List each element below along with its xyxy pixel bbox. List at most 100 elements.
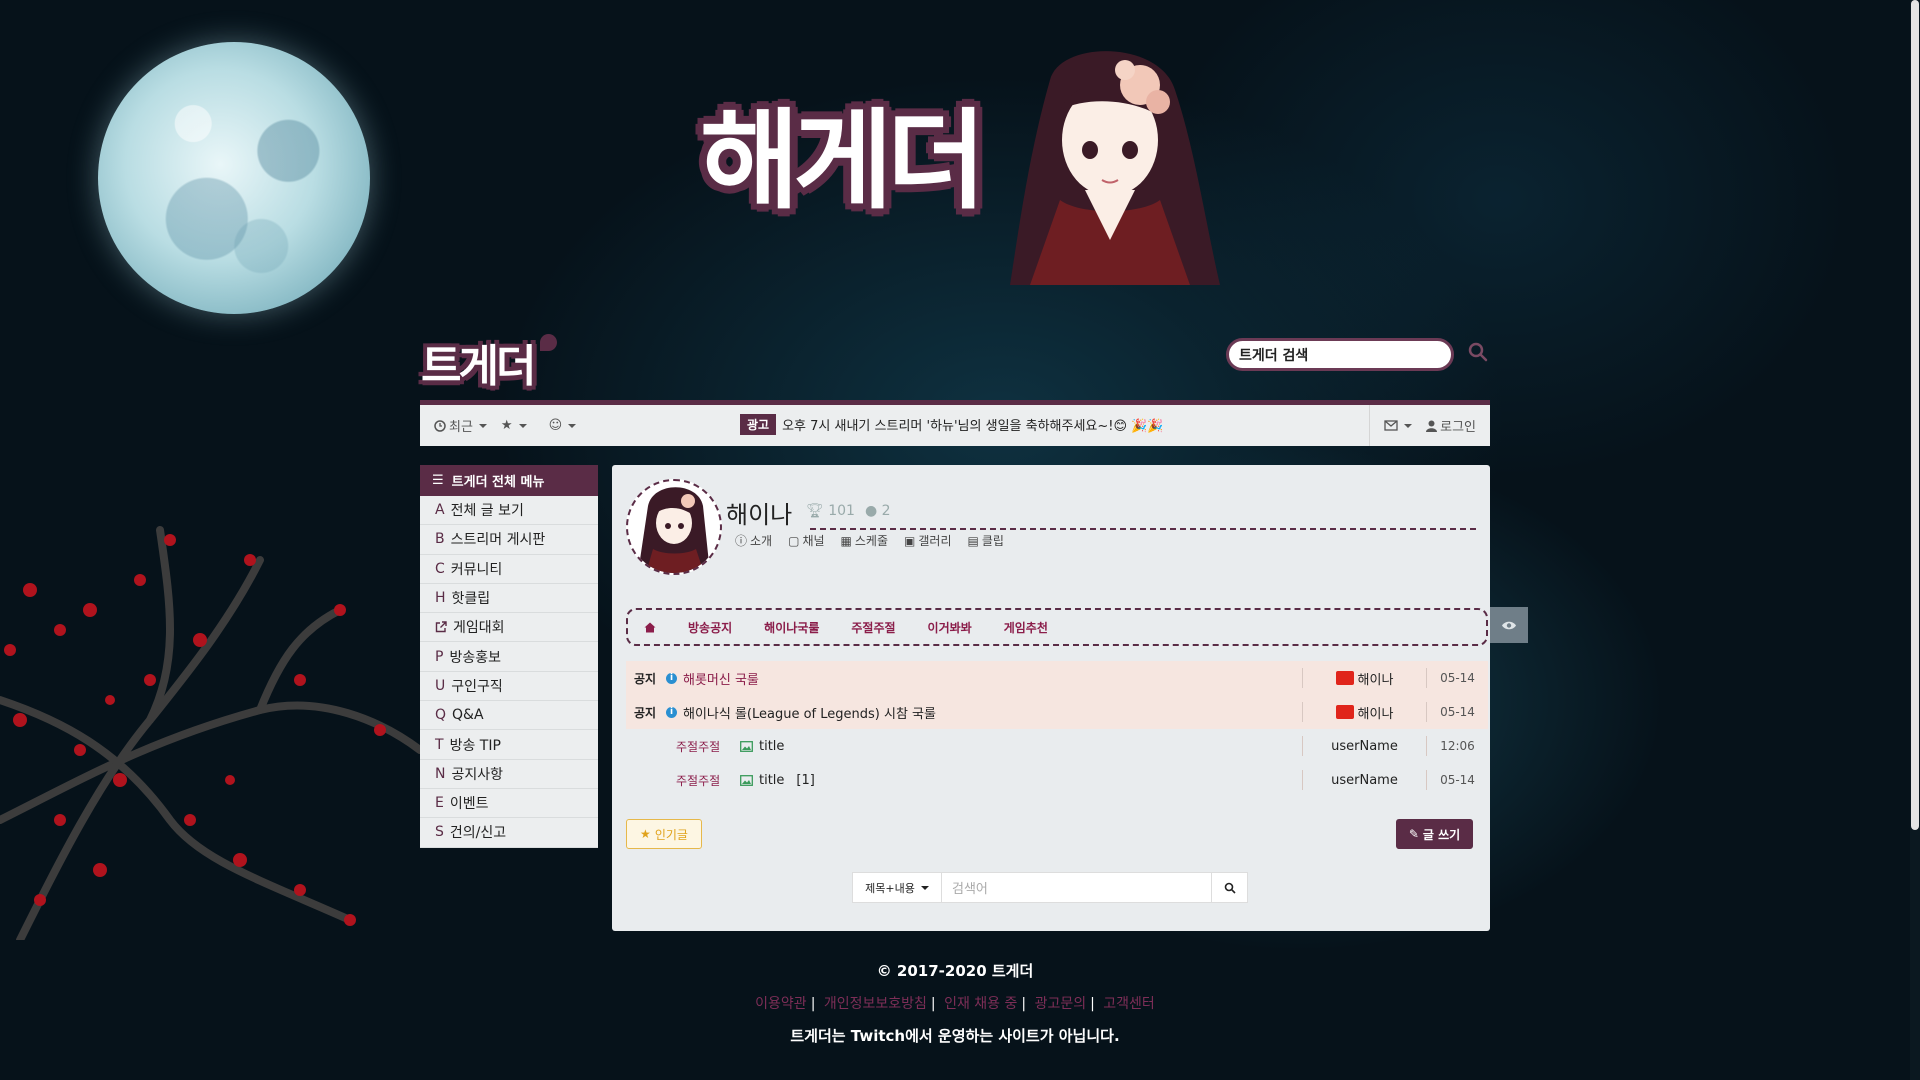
- table-row[interactable]: 공지 i 해이나식 롤(League of Legends) 시참 국룰 해이나 …: [626, 695, 1488, 729]
- post-title-text: title: [759, 772, 785, 788]
- sidebar-item-streamer-board[interactable]: B 스트리머 게시판: [420, 525, 598, 555]
- post-title[interactable]: i 해롯머신 국룰: [666, 669, 1302, 688]
- board-search-input[interactable]: 검색어: [942, 872, 1212, 903]
- table-row[interactable]: 공지 i 해롯머신 국룰 해이나 05-14: [626, 661, 1488, 695]
- footer-link-ads[interactable]: 광고문의: [1035, 996, 1087, 1012]
- ad-banner[interactable]: 광고 오후 7시 새내기 스트리머 '하뉴'님의 생일을 축하해주세요~!😊 🎉…: [740, 414, 1164, 435]
- post-title[interactable]: title [1]: [726, 773, 1302, 788]
- favorites-dropdown[interactable]: ★: [501, 418, 527, 433]
- eye-icon: [1502, 621, 1516, 629]
- sidebar-item-all-posts[interactable]: A 전체 글 보기: [420, 496, 598, 526]
- sidebar-item-qna[interactable]: Q Q&A: [420, 701, 598, 731]
- post-date: 12:06: [1426, 736, 1488, 756]
- sidebar-item-community[interactable]: C 커뮤니티: [420, 554, 598, 584]
- chevron-down-icon: [518, 423, 527, 428]
- channel-link-about[interactable]: ⓘ 소개: [735, 532, 772, 549]
- emoji-dropdown[interactable]: ☺: [549, 418, 577, 433]
- notice-tag: 공지: [634, 671, 657, 686]
- sidebar-item-label: 전체 글 보기: [450, 503, 524, 520]
- ad-text: 오후 7시 새내기 스트리머 '하뉴'님의 생일을 축하해주세요~!😊 🎉🎉: [782, 419, 1164, 434]
- sidebar-item-label: 게임대회: [453, 620, 505, 637]
- footer-disclaimer: 트게더는 Twitch에서 운영하는 사이트가 아닙니다.: [790, 1027, 1120, 1045]
- toggle-view-button[interactable]: [1490, 607, 1528, 643]
- sidebar-item-events[interactable]: E 이벤트: [420, 788, 598, 819]
- streamer-camera-icon: [1335, 705, 1354, 719]
- post-author[interactable]: userName: [1302, 736, 1426, 756]
- tab-game-recommend[interactable]: 게임추천: [1004, 619, 1048, 636]
- sidebar-item-label: 건의/신고: [449, 825, 507, 842]
- post-author[interactable]: 해이나: [1302, 702, 1426, 722]
- tab-broadcast-notice[interactable]: 방송공지: [688, 619, 732, 636]
- scrollbar-thumb[interactable]: [1911, 0, 1919, 830]
- board-search-button[interactable]: [1212, 872, 1248, 903]
- sidebar-item-letter: B: [435, 531, 445, 548]
- channel-link-clips[interactable]: ▤ 클립: [967, 532, 1003, 549]
- member-count: 2: [881, 503, 891, 519]
- footer-separator: |: [930, 996, 936, 1012]
- sidebar-menu: ☰ 트게더 전체 메뉴 A 전체 글 보기 B 스트리머 게시판 C 커뮤니티 H 핫클…: [420, 465, 598, 848]
- search-icon[interactable]: [1466, 340, 1490, 364]
- write-post-button[interactable]: ✎ 글 쓰기: [1396, 819, 1473, 849]
- post-date: 05-14: [1426, 668, 1488, 688]
- sidebar-item-stream-tips[interactable]: T 방송 TIP: [420, 730, 598, 760]
- messages-dropdown[interactable]: [1384, 420, 1413, 431]
- home-icon[interactable]: [644, 622, 656, 633]
- recent-label: 최근: [449, 420, 473, 435]
- channel-link-gallery[interactable]: ▣ 갤러리: [904, 532, 951, 549]
- site-logo[interactable]: 트게더: [421, 330, 536, 394]
- footer-link-privacy[interactable]: 개인정보보호방침: [824, 996, 927, 1012]
- sidebar-header[interactable]: ☰ 트게더 전체 메뉴: [420, 465, 598, 496]
- post-title[interactable]: i 해이나식 롤(League of Legends) 시참 국룰: [666, 703, 1302, 722]
- footer-link-support[interactable]: 고객센터: [1103, 996, 1155, 1012]
- footer-link-terms[interactable]: 이용약관: [755, 996, 807, 1012]
- post-date: 05-14: [1426, 702, 1488, 722]
- sidebar-item-stream-promo[interactable]: P 방송홍보: [420, 642, 598, 672]
- cherry-blossom-branches: [0, 526, 424, 940]
- sidebar-item-label: 방송홍보: [449, 649, 501, 666]
- user-icon: [1426, 420, 1438, 432]
- channel-divider: [810, 528, 1476, 530]
- banner-character-illustration: [1010, 51, 1220, 285]
- popular-posts-button[interactable]: ★ 인기글: [626, 819, 702, 849]
- chevron-down-icon: [920, 885, 929, 890]
- recent-dropdown[interactable]: 최근: [434, 416, 487, 435]
- sidebar-item-label: 핫클립: [451, 591, 491, 608]
- table-row[interactable]: 주절주절 title userName 12:06: [626, 729, 1488, 763]
- trophy-count: 101: [828, 503, 855, 519]
- sidebar-item-notices[interactable]: N 공지사항: [420, 759, 598, 789]
- site-search-input[interactable]: 트게더 검색: [1226, 338, 1454, 371]
- image-icon: [740, 740, 753, 752]
- channel-name: 해이나: [726, 501, 793, 529]
- channel-link-channel[interactable]: ▢ 채널: [788, 532, 824, 549]
- sidebar-item-letter: H: [435, 590, 446, 607]
- channel-avatar[interactable]: [626, 479, 722, 575]
- footer-separator: |: [1090, 996, 1095, 1012]
- info-icon: i: [666, 706, 677, 718]
- channel-link-schedule[interactable]: ▦ 스케줄: [841, 532, 888, 549]
- comment-count: [1]: [796, 772, 815, 788]
- chevron-down-icon: [478, 423, 487, 428]
- footer-link-careers[interactable]: 인재 채용 중: [944, 996, 1017, 1012]
- tab-look-at-this[interactable]: 이거봐봐: [928, 619, 972, 636]
- external-link-icon: [435, 621, 447, 633]
- tab-heina-rules[interactable]: 해이나국룰: [764, 619, 819, 636]
- search-scope-select[interactable]: 제목+내용: [852, 872, 942, 903]
- sidebar-item-feedback[interactable]: S 건의/신고: [420, 818, 598, 848]
- post-title[interactable]: title: [726, 739, 1302, 754]
- post-author[interactable]: userName: [1302, 770, 1426, 790]
- login-link[interactable]: 로그인: [1426, 416, 1476, 435]
- sidebar-item-game-tournament[interactable]: 게임대회: [420, 613, 598, 643]
- post-author-name: 해이나: [1357, 706, 1394, 722]
- banner: 해게더: [700, 40, 1240, 285]
- search-scope-label: 제목+내용: [865, 881, 915, 895]
- scrollbar[interactable]: [1910, 0, 1920, 1080]
- sidebar-item-letter: P: [435, 648, 444, 665]
- table-row[interactable]: 주절주절 title [1] userName 05-14: [626, 763, 1488, 797]
- banner-title: 해게더: [700, 99, 986, 224]
- post-author[interactable]: 해이나: [1302, 668, 1426, 688]
- sidebar-item-jobs[interactable]: U 구인구직: [420, 671, 598, 702]
- channel-link-label: 채널: [802, 534, 825, 548]
- tab-chatter[interactable]: 주절주절: [851, 619, 895, 636]
- sidebar-item-hot-clips[interactable]: H 핫클립: [420, 583, 598, 614]
- channel-link-label: 스케줄: [854, 534, 889, 548]
